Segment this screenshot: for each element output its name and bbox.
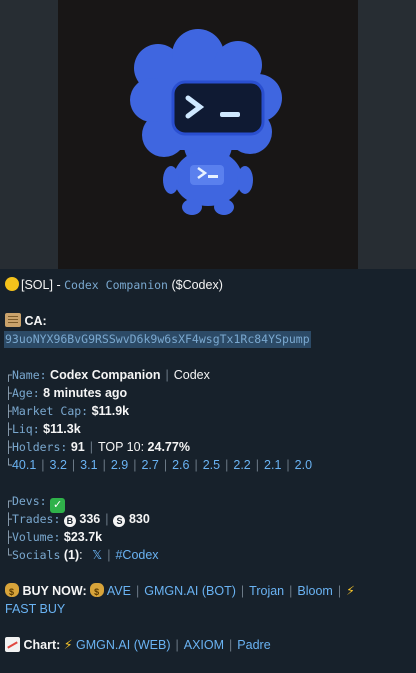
devs-row: ┌Devs: ✓: [5, 493, 66, 513]
holder-pct-link[interactable]: 2.2: [233, 458, 250, 472]
mcap-value: $11.9k: [91, 404, 130, 418]
holder-pct-link[interactable]: 2.6: [172, 458, 189, 472]
ca-label: CA:: [24, 314, 47, 328]
mascot-image: [58, 0, 358, 269]
holder-pct-link[interactable]: 2.7: [141, 458, 158, 472]
trades-label: Trades:: [11, 512, 61, 526]
cloud-robot-icon: [130, 29, 282, 215]
token-ticker: ($Codex): [171, 278, 223, 292]
image-blur-left: [0, 0, 58, 269]
fast-buy-link[interactable]: FAST BUY: [5, 602, 65, 616]
sells-count: 830: [128, 512, 150, 526]
tree-glyph: ├: [5, 404, 12, 418]
tree-glyph: ┌: [5, 368, 12, 382]
devs-label: Devs:: [11, 494, 47, 508]
holders-row: ├Holders: 91 | TOP 10: 24.77%: [5, 440, 190, 454]
fast-buy-row: FAST BUY: [5, 601, 65, 617]
chart-up-icon: [5, 637, 20, 652]
buy-link-bloom[interactable]: Bloom: [297, 584, 332, 598]
socials-row: └Socials (1): 𝕏 | #Codex: [5, 548, 159, 562]
token-name-code[interactable]: Codex Companion: [64, 278, 168, 292]
image-blur-right: [358, 0, 416, 269]
socials-label: Socials: [11, 548, 61, 562]
chart-link-axiom[interactable]: AXIOM: [184, 638, 224, 652]
contract-address[interactable]: 93uoNYX96BvG9RSSwvD6k9w6sXF4wsgTx1Rc84YS…: [4, 331, 311, 348]
age-row: ├Age: 8 minutes ago: [5, 385, 127, 401]
age-value: 8 minutes ago: [43, 386, 128, 400]
name-alt: Codex: [173, 368, 210, 382]
holder-pct-link[interactable]: 2.0: [295, 458, 312, 472]
mcap-label: Market Cap:: [11, 404, 89, 418]
holder-pct-link[interactable]: 40.1: [12, 458, 36, 472]
sell-icon: S: [113, 515, 126, 527]
liq-value: $11.3k: [43, 422, 81, 436]
yellow-circle-icon: [5, 277, 19, 291]
chain-label: [SOL]: [21, 278, 53, 292]
tree-glyph: └: [5, 548, 12, 562]
x-link[interactable]: 𝕏: [92, 548, 102, 562]
mcap-row: ├Market Cap: $11.9k: [5, 403, 129, 419]
age-label: Age:: [11, 386, 40, 400]
name-label: Name:: [11, 368, 47, 382]
tree-glyph: ├: [5, 512, 12, 526]
token-image[interactable]: [0, 0, 416, 269]
holder-pct-link[interactable]: 2.5: [203, 458, 220, 472]
name-value: Codex Companion: [50, 368, 161, 382]
buy-label: BUY NOW:: [22, 584, 87, 598]
buys-count: 336: [79, 512, 101, 526]
chart-label: Chart:: [23, 638, 61, 652]
volume-label: Volume:: [11, 530, 61, 544]
volume-value: $23.7k: [63, 530, 103, 544]
chart-link-padre[interactable]: Padre: [237, 638, 270, 652]
money-bag-icon: [5, 583, 19, 600]
holder-pct-link[interactable]: 3.2: [50, 458, 67, 472]
liq-label: Liq:: [11, 422, 40, 436]
lightning-icon: ⚡: [346, 584, 355, 598]
holder-pct-link[interactable]: 2.9: [111, 458, 128, 472]
hashtag-link[interactable]: #Codex: [115, 548, 158, 562]
holders-label: Holders:: [11, 440, 68, 454]
holder-pct-link[interactable]: 3.1: [80, 458, 97, 472]
tree-glyph: ┌: [5, 494, 12, 508]
tree-glyph: ├: [5, 422, 12, 436]
buy-icon: B: [63, 515, 76, 527]
socials-colon: :: [79, 548, 83, 562]
buy-link-gmgn-bot[interactable]: GMGN.AI (BOT): [144, 584, 236, 598]
ca-row: CA:: [5, 313, 47, 329]
holder-pct-link[interactable]: 2.1: [264, 458, 281, 472]
chart-link-gmgn-web[interactable]: GMGN.AI (WEB): [76, 638, 170, 652]
top10-label: TOP 10:: [97, 440, 145, 454]
money-bag-icon: [90, 583, 105, 600]
buy-link-ave[interactable]: AVE: [107, 584, 131, 598]
holder-pcts-row: └40.1 | 3.2 | 3.1 | 2.9 | 2.7 | 2.6 | 2.5 | 2.2 | 2.1 | 2.…: [5, 458, 313, 472]
token-message: [SOL] - Codex Companion ($Codex) CA: 93u…: [0, 269, 416, 673]
name-row: ┌Name: Codex Companion | Codex: [5, 368, 210, 382]
tree-glyph: ├: [5, 530, 12, 544]
scroll-icon: [5, 313, 21, 327]
volume-row: ├Volume: $23.7k: [5, 529, 102, 545]
socials-count: (1): [63, 548, 80, 562]
lightning-icon: ⚡: [63, 638, 73, 652]
chart-row: Chart: ⚡ GMGN.AI (WEB) | AXIOM | Padre: [5, 637, 271, 653]
holders-value: 91: [70, 440, 85, 454]
tree-glyph: └: [5, 458, 12, 472]
token-title: [SOL] - Codex Companion ($Codex): [5, 277, 223, 293]
buy-row: BUY NOW: AVE|GMGN.AI (BOT)|Trojan|Bloom|…: [5, 583, 355, 600]
liq-row: ├Liq: $11.3k: [5, 421, 81, 437]
buy-link-trojan[interactable]: Trojan: [249, 584, 284, 598]
tree-glyph: ├: [5, 386, 12, 400]
trades-row: ├Trades: B 336 | S 830: [5, 512, 150, 527]
title-dash: -: [56, 278, 61, 292]
tree-glyph: ├: [5, 440, 12, 454]
top10-value: 24.77%: [147, 440, 190, 454]
